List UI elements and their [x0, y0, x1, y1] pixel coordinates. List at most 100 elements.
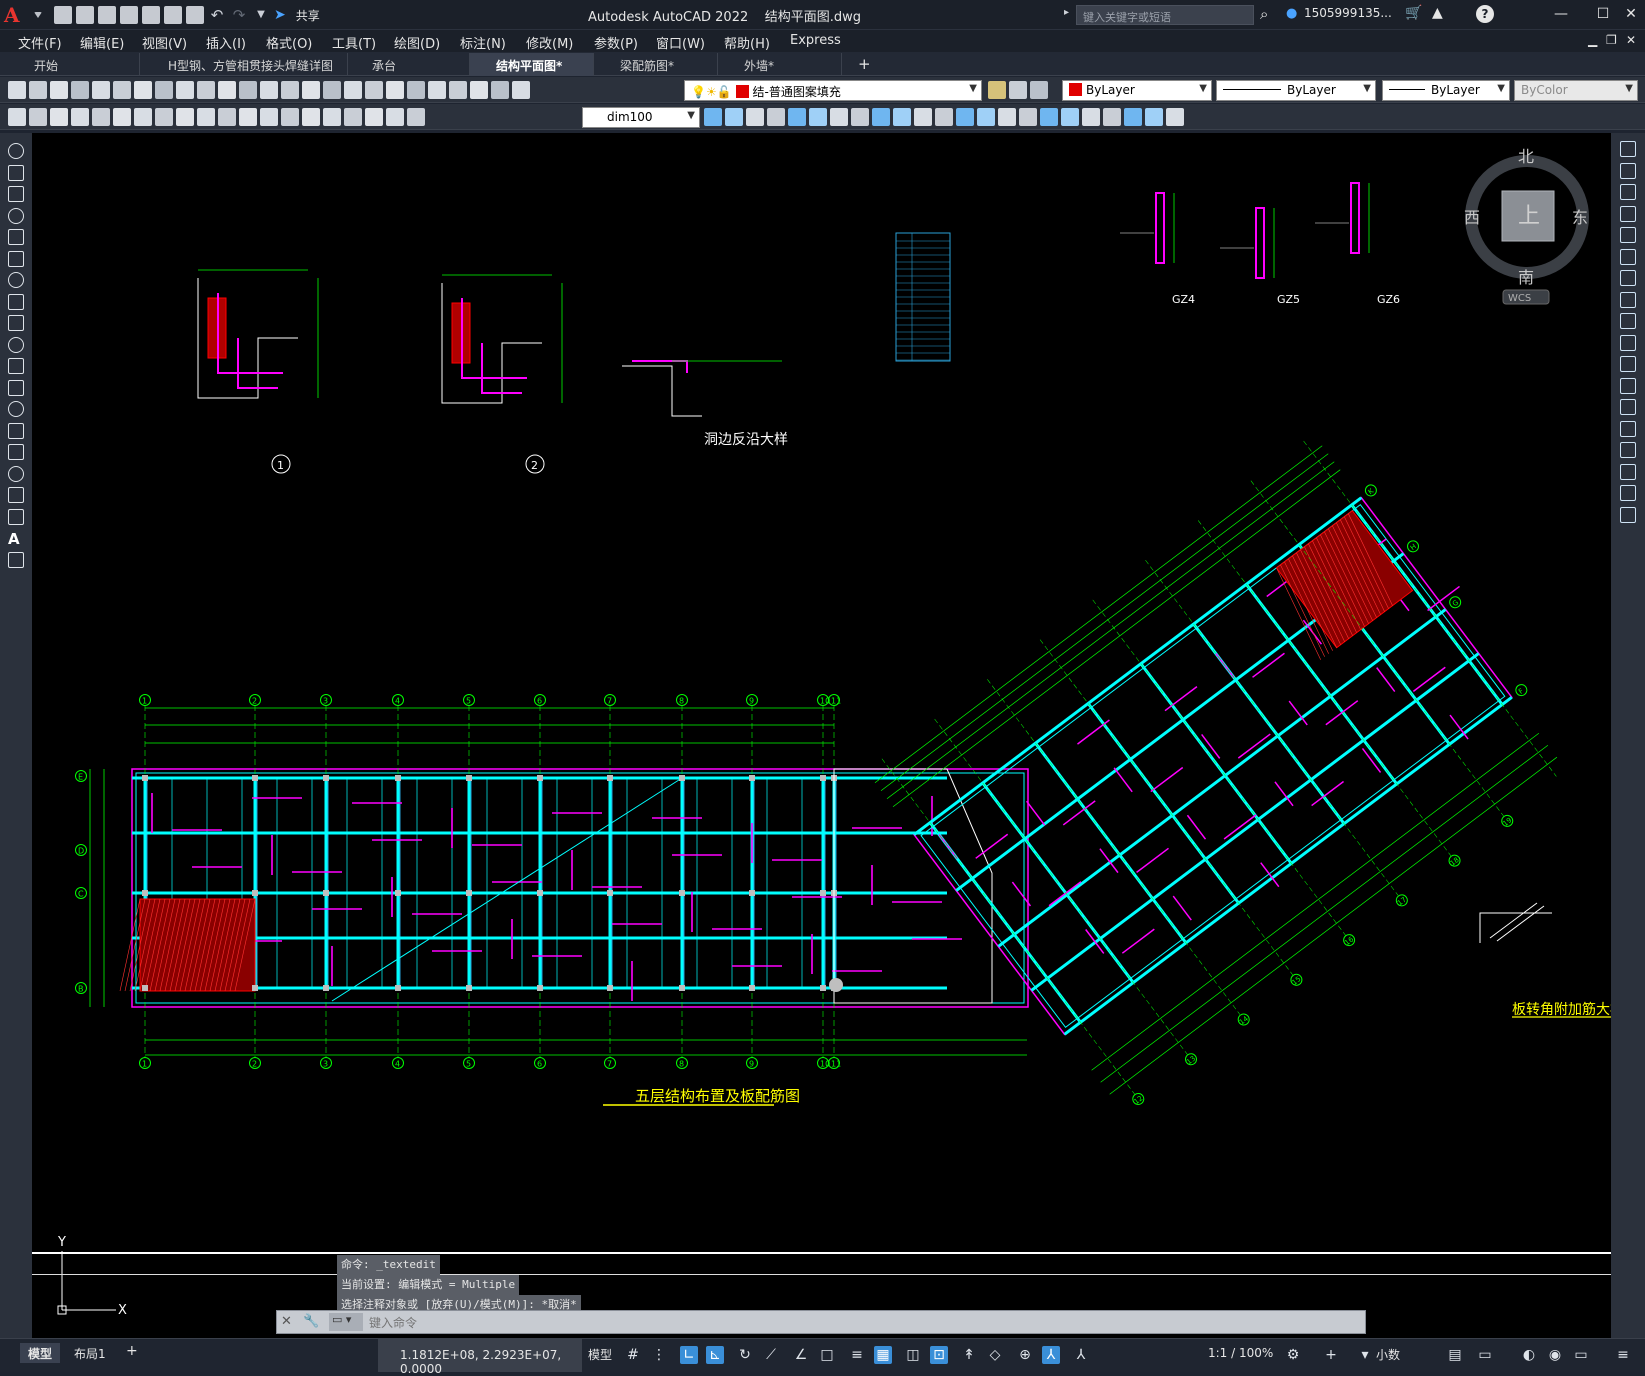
tab-structural-plan[interactable]: 结构平面图*: [470, 53, 594, 76]
menu-window[interactable]: 窗口(W): [656, 33, 705, 52]
fillet-icon[interactable]: [1620, 463, 1636, 480]
sheet-set-icon[interactable]: [449, 81, 467, 99]
menu-express[interactable]: Express: [790, 33, 841, 48]
plot-preview-icon[interactable]: [92, 81, 110, 99]
trim-icon[interactable]: [1620, 334, 1636, 351]
break-icon[interactable]: [1620, 399, 1636, 415]
lineweight-dropdown[interactable]: ByLayer ▼: [1382, 80, 1510, 101]
arc-length-icon[interactable]: [50, 108, 68, 126]
explode-icon[interactable]: [1019, 108, 1037, 126]
menu-help[interactable]: 帮助(H): [724, 33, 770, 52]
user-icon[interactable]: ●: [1286, 6, 1297, 21]
break-at-point-icon[interactable]: [1620, 377, 1636, 394]
plot-icon[interactable]: [186, 6, 204, 24]
copy-icon[interactable]: [1620, 162, 1636, 179]
transparency-toggle-icon[interactable]: ▦: [874, 1346, 892, 1364]
new-tab-plus-icon[interactable]: +: [858, 55, 871, 73]
coordinates-readout[interactable]: 1.1812E+08, 2.2923E+07, 0.0000: [378, 1338, 582, 1376]
save-as-icon[interactable]: [120, 6, 138, 24]
draworder-icon[interactable]: [1040, 108, 1058, 126]
dimstyle-dropdown[interactable]: dim100 ▼: [582, 107, 700, 128]
selection-filter-toggle-icon[interactable]: ◇: [986, 1346, 1004, 1364]
jogged-icon[interactable]: [113, 108, 131, 126]
annotation-visibility-toggle-icon[interactable]: ⅄: [1042, 1346, 1060, 1364]
paste-icon[interactable]: [197, 81, 215, 99]
command-close-icon[interactable]: ✕: [281, 1314, 292, 1329]
extend-icon[interactable]: [914, 108, 932, 126]
gizmo-toggle-icon[interactable]: ⊕: [1016, 1346, 1034, 1364]
search-expand-icon[interactable]: ▸: [1064, 7, 1069, 18]
open-from-web-icon[interactable]: [142, 6, 160, 24]
ellipse-arc-icon[interactable]: [8, 358, 24, 374]
add-selected-icon[interactable]: [8, 551, 24, 568]
layer-dropdown[interactable]: 💡☀🔓 结-普通图案填充 ▼: [684, 80, 982, 101]
plot-icon[interactable]: [71, 81, 89, 99]
update-icon[interactable]: [407, 108, 425, 126]
erase-icon[interactable]: [704, 108, 722, 126]
recent-commands-icon[interactable]: ▭ ▾: [329, 1313, 363, 1331]
tab-exterior-wall[interactable]: 外墙*: [718, 53, 842, 76]
workspace-gear-icon[interactable]: ⚙: [1284, 1346, 1302, 1364]
trim-icon[interactable]: [893, 108, 911, 126]
rotate-icon[interactable]: [830, 108, 848, 126]
annotation-monitor-icon[interactable]: +: [1322, 1346, 1340, 1364]
copy-obj-icon[interactable]: [725, 108, 743, 126]
quick-dim-icon[interactable]: [176, 108, 194, 126]
polyline-icon[interactable]: [8, 186, 24, 202]
zoom-realtime-icon[interactable]: [323, 81, 341, 99]
tab-beam-rebar[interactable]: 梁配筋图*: [594, 53, 718, 76]
drawing-close-icon[interactable]: ✕: [1626, 33, 1636, 47]
blend-icon[interactable]: [1620, 485, 1636, 501]
region-icon[interactable]: [8, 487, 24, 503]
break-icon[interactable]: [260, 108, 278, 126]
drawing-minimize-icon[interactable]: ▁: [1588, 33, 1597, 47]
make-current-icon[interactable]: [1009, 81, 1027, 99]
share-icon[interactable]: ➤: [274, 7, 286, 23]
multiline-text-icon[interactable]: A: [8, 530, 24, 548]
design-center-icon[interactable]: [407, 81, 425, 99]
lineweight-toggle-icon[interactable]: ≡: [848, 1346, 866, 1364]
3d-print-icon[interactable]: [134, 81, 152, 99]
command-customize-icon[interactable]: 🔧: [303, 1314, 319, 1329]
auto-scale-toggle-icon[interactable]: ⅄: [1072, 1346, 1090, 1364]
continue-icon[interactable]: [218, 108, 236, 126]
break-at-icon[interactable]: [935, 108, 953, 126]
array-icon[interactable]: [1620, 227, 1636, 243]
tab-start[interactable]: 开始: [0, 53, 140, 76]
close-icon[interactable]: ✕: [1618, 3, 1644, 25]
open-file-icon[interactable]: [76, 6, 94, 24]
join-icon[interactable]: [956, 108, 974, 126]
selection-cycling-toggle-icon[interactable]: ◫: [904, 1346, 922, 1364]
menu-insert[interactable]: 插入(I): [206, 33, 246, 52]
linetype-dropdown[interactable]: ByLayer ▼: [1216, 80, 1376, 101]
dim-edit-icon[interactable]: [365, 108, 383, 126]
hatch-icon[interactable]: [8, 444, 24, 460]
share-button[interactable]: 共享: [296, 7, 320, 24]
cart-icon[interactable]: 🛒: [1405, 5, 1422, 21]
layout1-tab[interactable]: 布局1: [66, 1343, 114, 1363]
join-icon[interactable]: [1620, 420, 1636, 437]
customization-icon[interactable]: ≡: [1614, 1346, 1632, 1364]
diameter-icon[interactable]: [134, 108, 152, 126]
scale-icon[interactable]: [1620, 291, 1636, 308]
radius-icon[interactable]: [92, 108, 110, 126]
undo-icon[interactable]: ↶: [208, 6, 226, 24]
3d-osnap-toggle-icon[interactable]: ⊡: [930, 1346, 948, 1364]
group-icon[interactable]: [1061, 108, 1079, 126]
make-block-icon[interactable]: [1124, 108, 1142, 126]
extend-icon[interactable]: [1620, 356, 1636, 372]
customize-qat-icon[interactable]: ▼: [252, 6, 270, 24]
stretch-icon[interactable]: [1620, 313, 1636, 329]
arc-icon[interactable]: [8, 250, 24, 267]
redo-icon[interactable]: ↷: [230, 6, 248, 24]
ordinate-icon[interactable]: [71, 108, 89, 126]
construction-line-icon[interactable]: [8, 164, 24, 181]
offset-icon[interactable]: [1620, 205, 1636, 222]
viewcube-south[interactable]: 南: [1518, 268, 1534, 287]
cut-icon[interactable]: [155, 81, 173, 99]
tolerance-icon[interactable]: [281, 108, 299, 126]
redo-icon[interactable]: [281, 81, 299, 99]
publish-icon[interactable]: [113, 81, 131, 99]
insert-block-icon[interactable]: [8, 379, 24, 396]
maximize-icon[interactable]: ☐: [1590, 3, 1616, 25]
